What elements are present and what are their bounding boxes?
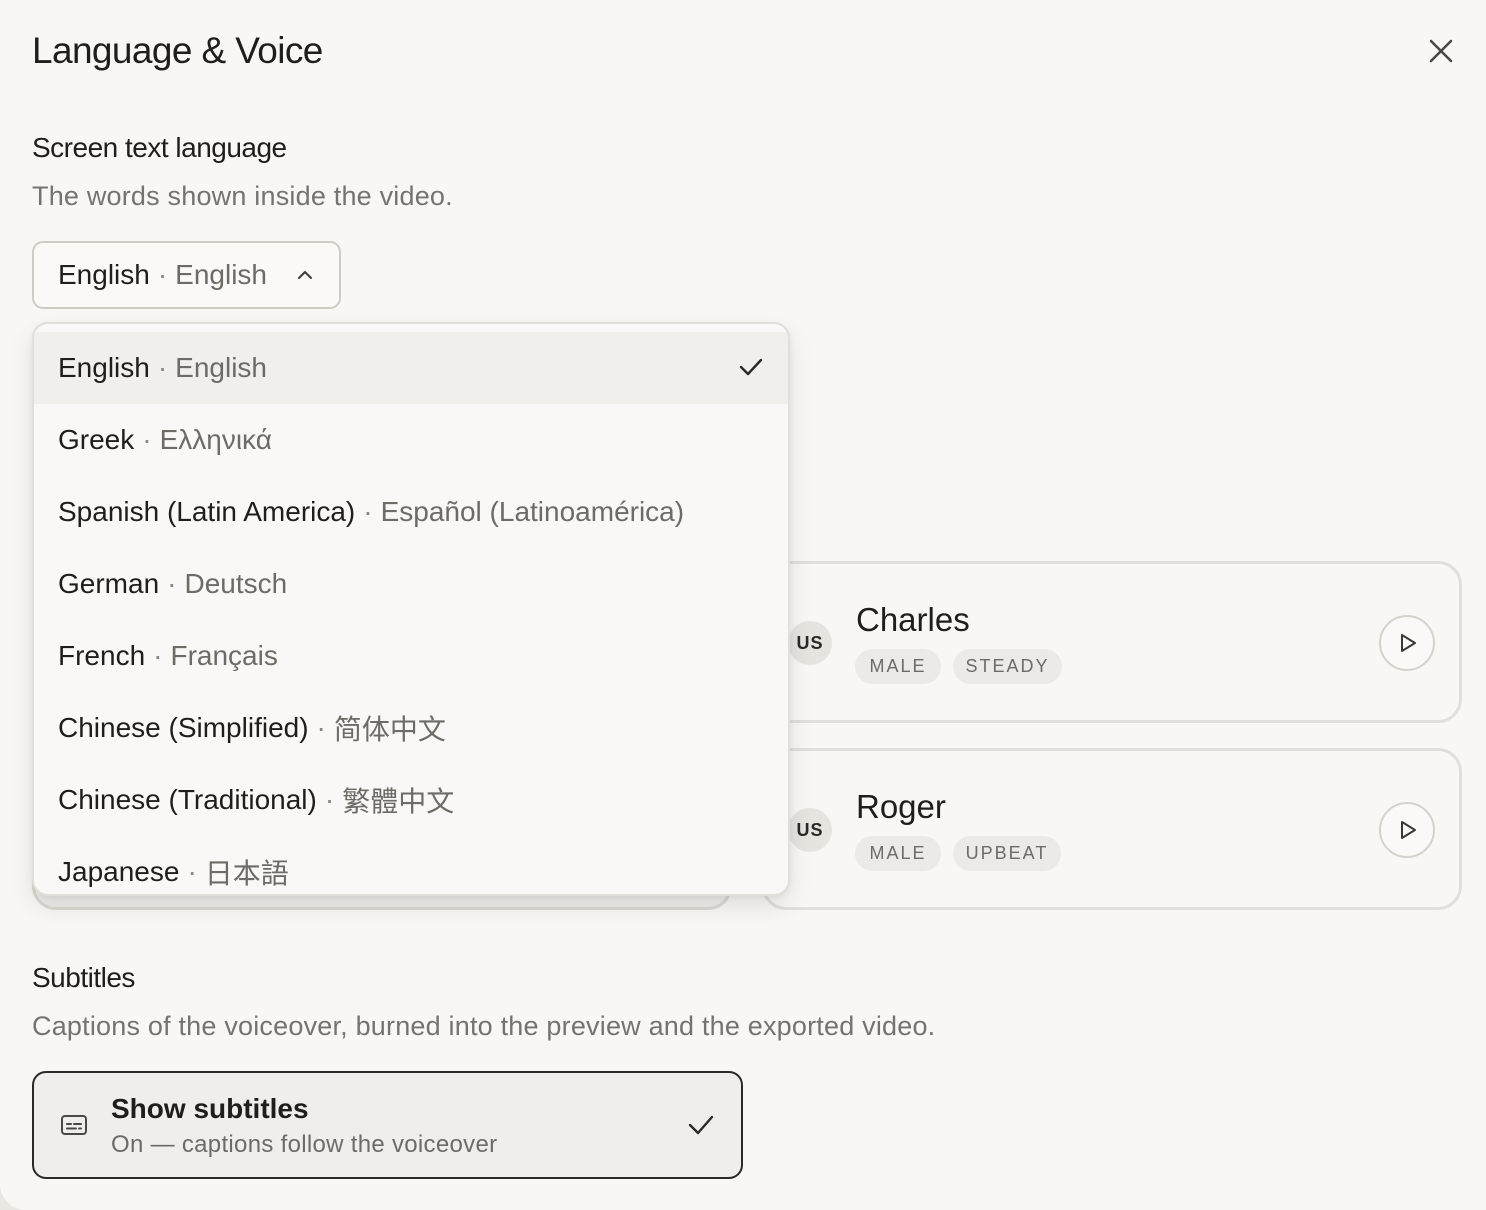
language-dropdown: English · English Greek · Ελληνικά Spani… bbox=[32, 322, 790, 896]
language-option-french[interactable]: French · Français bbox=[34, 620, 788, 692]
voice-card-charles[interactable] bbox=[762, 561, 1462, 723]
option-native: Français bbox=[170, 640, 278, 671]
voice-tag: STEADY bbox=[953, 649, 1062, 684]
option-name: German bbox=[58, 568, 160, 599]
option-native: 日本語 bbox=[204, 858, 289, 889]
option-name: French bbox=[58, 640, 146, 671]
option-native: Español (Latinoamérica) bbox=[380, 496, 685, 527]
play-button[interactable] bbox=[1379, 615, 1435, 671]
play-icon bbox=[1401, 634, 1416, 652]
separator-dot: · bbox=[324, 784, 335, 815]
dialog-title: Language & Voice bbox=[32, 30, 323, 71]
screen-text-description: The words shown inside the video. bbox=[32, 181, 453, 211]
voice-flag-badge: US bbox=[788, 621, 832, 665]
subtitles-option-description: On — captions follow the voiceover bbox=[111, 1131, 498, 1158]
subtitles-icon bbox=[61, 1115, 87, 1135]
option-name: English bbox=[58, 352, 150, 383]
option-name: Chinese (Simplified) bbox=[58, 712, 309, 743]
chevron-up-icon bbox=[298, 271, 312, 279]
option-name: Japanese bbox=[58, 856, 180, 887]
option-native: Ελληνικά bbox=[159, 424, 272, 455]
voice-tag: MALE bbox=[855, 649, 941, 684]
close-icon bbox=[1429, 39, 1453, 63]
separator-dot: · bbox=[157, 352, 168, 383]
show-subtitles-toggle[interactable]: Show subtitles On — captions follow the … bbox=[32, 1071, 743, 1179]
voice-tag: MALE bbox=[855, 836, 941, 871]
option-native: 繁體中文 bbox=[342, 786, 455, 817]
option-native: 简体中文 bbox=[333, 714, 446, 745]
language-option-german[interactable]: German · Deutsch bbox=[34, 548, 788, 620]
selected-language-name: English bbox=[58, 259, 150, 290]
separator-dot: · bbox=[363, 496, 373, 527]
separator-dot: · bbox=[153, 640, 163, 671]
subtitles-title: Subtitles bbox=[32, 962, 135, 993]
separator-dot: · bbox=[167, 568, 177, 599]
option-name: Chinese (Traditional) bbox=[58, 784, 317, 815]
check-icon bbox=[739, 358, 763, 376]
option-native: English bbox=[175, 352, 268, 383]
voice-card-roger[interactable] bbox=[762, 748, 1462, 910]
language-option-english[interactable]: English · English bbox=[34, 332, 788, 404]
separator-dot: · bbox=[187, 856, 197, 887]
voice-tag: UPBEAT bbox=[953, 836, 1061, 871]
separator-dot: · bbox=[316, 712, 326, 743]
voice-name: Charles bbox=[856, 601, 970, 638]
separator-dot: · bbox=[157, 259, 168, 290]
selected-language-native: English bbox=[175, 259, 268, 290]
play-button[interactable] bbox=[1379, 802, 1435, 858]
language-voice-dialog: Language & Voice Screen text language Th… bbox=[0, 0, 1486, 1210]
language-select[interactable]: English · English bbox=[32, 241, 341, 309]
voice-flag-badge: US bbox=[788, 808, 832, 852]
language-option-japanese[interactable]: Japanese · 日本語 bbox=[34, 836, 788, 894]
option-name: Spanish (Latin America) bbox=[58, 496, 356, 527]
option-native: Deutsch bbox=[184, 568, 288, 599]
subtitles-option-title: Show subtitles bbox=[111, 1093, 309, 1124]
language-option-chinese-traditional[interactable]: Chinese (Traditional) · 繁體中文 bbox=[34, 764, 788, 836]
play-icon bbox=[1401, 821, 1416, 839]
check-icon bbox=[688, 1115, 714, 1135]
language-option-greek[interactable]: Greek · Ελληνικά bbox=[34, 404, 788, 476]
voice-name: Roger bbox=[856, 788, 946, 825]
subtitles-description: Captions of the voiceover, burned into t… bbox=[32, 1011, 936, 1041]
language-option-chinese-simplified[interactable]: Chinese (Simplified) · 简体中文 bbox=[34, 692, 788, 764]
screen-text-title: Screen text language bbox=[32, 132, 287, 163]
language-option-spanish-latam[interactable]: Spanish (Latin America) · Español (Latin… bbox=[34, 476, 788, 548]
option-name: Greek bbox=[58, 424, 135, 455]
close-button[interactable] bbox=[1422, 32, 1460, 70]
separator-dot: · bbox=[142, 424, 152, 455]
